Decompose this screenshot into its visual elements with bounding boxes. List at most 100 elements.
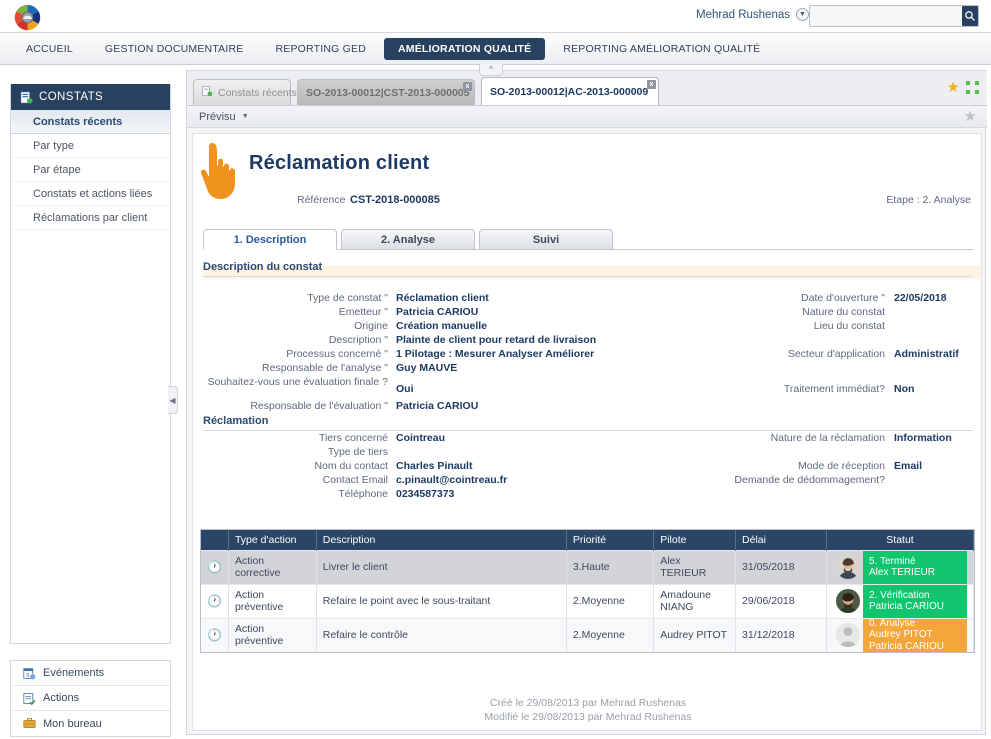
star-outline-icon[interactable]: ★ (964, 109, 977, 124)
nav-item-reporting-amelioration-qualite[interactable]: REPORTING AMÉLIORATION QUALITÉ (549, 38, 774, 60)
cell-priorite: 2.Moyenne (566, 583, 655, 618)
search-box[interactable] (809, 5, 979, 27)
col-header-type-daction[interactable]: Type d'action (228, 530, 317, 550)
status-line-2: Alex TERIEUR (869, 567, 935, 578)
form-tabs: 1. Description 2. Analyse Suivi (203, 228, 973, 250)
col-header-delai[interactable]: Délai (735, 530, 827, 550)
nav-item-reporting-ged[interactable]: REPORTING GED (261, 38, 380, 60)
avatar (836, 589, 860, 613)
field-label-telephone: Téléphone (338, 488, 388, 500)
search-input[interactable] (810, 6, 962, 26)
status-badge: 2. Vérification Patricia CARIOU (863, 584, 967, 618)
panel-collapse-up-button[interactable]: ^ (479, 64, 503, 76)
status-line-1: 2. Vérification (869, 589, 930, 601)
field-value-evaluation-finale: Oui (396, 383, 414, 395)
sidebar-item-actions[interactable]: Actions (11, 686, 170, 711)
status-line-2: Patricia CARIOU (869, 601, 945, 612)
col-header-pilote[interactable]: Pilote (653, 530, 737, 550)
search-icon[interactable] (962, 6, 978, 26)
sidebar-item-mon-bureau[interactable]: Mon bureau (11, 711, 170, 736)
avatar-container (833, 585, 863, 618)
field-value-emetteur: Patricia CARIOU (396, 306, 479, 318)
field-label-origine: Origine (354, 320, 388, 332)
cell-statut: 2. Vérification Patricia CARIOU (826, 583, 974, 618)
doctab-ac-2013-000009[interactable]: SO-2013-00012|AC-2013-000009 x (481, 77, 659, 105)
field-label-demande-dedommagement: Demande de dédommagement? (734, 474, 885, 486)
sidebar: CONSTATS Constats récents Par type Par é… (10, 84, 171, 644)
section-header-reclamation: Réclamation (203, 415, 973, 431)
status-badge: 5. Terminé Alex TERIEUR (863, 550, 967, 584)
footer-modified: Modifié le 29/08/2013 par Mehrad Rushena… (484, 711, 692, 723)
sidebar-item-constats-actions-liees[interactable]: Constats et actions liées (11, 182, 170, 206)
field-value-contact-email: c.pinault@cointreau.fr (396, 474, 508, 486)
row-history-cell[interactable]: 🕐 (201, 583, 229, 618)
avatar (836, 555, 860, 579)
avatar-container (833, 551, 863, 584)
field-value-origine: Création manuelle (396, 320, 488, 332)
sidebar-item-par-type[interactable]: Par type (11, 134, 170, 158)
row-history-cell[interactable]: 🕐 (201, 617, 229, 652)
row-history-cell[interactable]: 🕐 (201, 549, 229, 584)
doctab-constats-recents[interactable]: Constats récents (193, 79, 297, 105)
table-row[interactable]: 🕐 Action préventive Refaire le point ave… (201, 583, 974, 618)
tab-analyse[interactable]: 2. Analyse (341, 229, 475, 250)
history-clock-icon[interactable]: 🕐 (207, 594, 222, 608)
previsu-bar[interactable]: Prévisu ▼ ★ (187, 106, 987, 128)
field-label-nature-du-constat: Nature du constat (802, 306, 885, 318)
field-value-traitement-immediat: Non (894, 383, 915, 395)
star-filled-icon[interactable]: ★ (947, 80, 960, 95)
close-icon[interactable]: x (463, 82, 472, 91)
history-clock-icon[interactable]: 🕐 (207, 628, 222, 642)
doctab-label: SO-2013-00012|CST-2013-000005 (306, 86, 470, 99)
cell-delai: 29/06/2018 (735, 583, 827, 618)
table-row[interactable]: 🕐 Action préventive Refaire le contrôle … (201, 617, 974, 652)
status-line-1: 5. Terminé (869, 555, 916, 567)
col-header-statut[interactable]: Statut (826, 530, 974, 550)
status-line-3: Patricia CARIOU (869, 640, 945, 652)
avatar-container (833, 619, 863, 652)
reference-value: CST-2018-000085 (350, 194, 440, 206)
col-header-icon (201, 530, 229, 550)
sidebar-collapse-handle[interactable]: ◀ (168, 386, 178, 414)
sidebar-item-evenements[interactable]: 5 Evénements (11, 661, 170, 686)
nav-item-amelioration-qualite[interactable]: AMÉLIORATION QUALITÉ (384, 37, 546, 60)
cell-statut: 0. Analyse Audrey PITOT Patricia CARIOU (826, 617, 974, 652)
field-value-tiers-concerne: Cointreau (396, 432, 446, 444)
history-clock-icon[interactable]: 🕐 (207, 560, 222, 574)
sidebar-item-par-etape[interactable]: Par étape (11, 158, 170, 182)
col-header-description[interactable]: Description (316, 530, 567, 550)
user-menu[interactable]: Mehrad Rushenas ▼ (696, 8, 809, 21)
document-page: Réclamation client Référence CST-2018-00… (192, 133, 982, 731)
field-label-responsable-analyse: Responsable de l'analyse " (262, 362, 388, 374)
section-header-description: Description du constat (203, 261, 973, 277)
document-icon (202, 86, 213, 99)
cell-description: Livrer le client (316, 549, 567, 584)
colorwheel-logo-icon (13, 3, 42, 32)
tab-description[interactable]: 1. Description (203, 229, 337, 250)
sidebar-bottom-label: Mon bureau (43, 717, 102, 730)
nav-item-accueil[interactable]: ACCUEIL (12, 38, 87, 60)
actions-icon (23, 692, 36, 705)
tab-suivi[interactable]: Suivi (479, 229, 613, 250)
table-row[interactable]: 🕐 Action corrective Livrer le client 3.H… (201, 549, 974, 584)
username-label: Mehrad Rushenas (696, 8, 790, 21)
main-navigation: ACCUEIL GESTION DOCUMENTAIRE REPORTING G… (0, 33, 991, 65)
col-header-priorite[interactable]: Priorité (566, 530, 655, 550)
sidebar-item-reclamations-par-client[interactable]: Réclamations par client (11, 206, 170, 230)
chevron-down-icon[interactable]: ▼ (796, 8, 809, 21)
field-label-date-ouverture: Date d'ouverture " (801, 292, 885, 304)
cell-priorite: 3.Haute (566, 549, 655, 584)
cell-pilote: Alex TERIEUR (653, 549, 737, 584)
close-icon[interactable]: x (647, 80, 656, 89)
sidebar-header: CONSTATS (11, 84, 170, 110)
sidebar-item-constats-recents[interactable]: Constats récents (11, 110, 170, 134)
chevron-down-icon[interactable]: ▼ (242, 113, 249, 120)
doctab-cst-2013-000005[interactable]: SO-2013-00012|CST-2013-000005 x (297, 79, 475, 105)
field-label-processus-concerne: Processus concerné " (286, 348, 388, 360)
nav-item-gestion-documentaire[interactable]: GESTION DOCUMENTAIRE (91, 38, 258, 60)
status-line-1: 0. Analyse (869, 617, 916, 629)
sidebar-header-label: CONSTATS (39, 91, 104, 103)
constats-icon (20, 90, 33, 104)
field-label-tiers-concerne: Tiers concerné (318, 432, 388, 444)
expand-icon[interactable] (966, 81, 979, 94)
